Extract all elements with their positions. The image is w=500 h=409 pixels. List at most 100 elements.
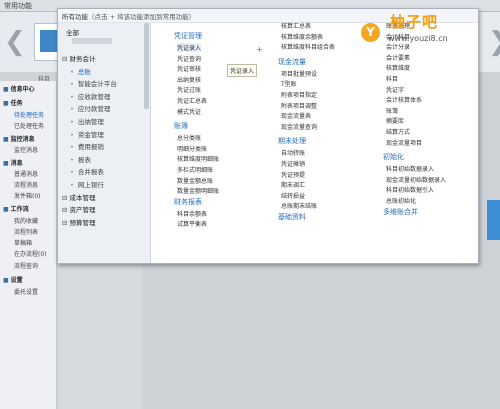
function-item[interactable]: 现金流量初始数据录入	[386, 175, 446, 184]
function-item[interactable]: 附表项目调整	[281, 101, 317, 110]
function-item[interactable]: 凭证摊销	[281, 159, 305, 168]
sidebar-item[interactable]: 在办流程(0)	[14, 249, 47, 258]
function-item[interactable]: 凭证汇总表	[177, 96, 207, 105]
function-item[interactable]: 出纳复核	[177, 75, 201, 84]
function-item[interactable]: 现金流量项目	[386, 138, 422, 147]
function-item[interactable]: 总账期末结账	[281, 201, 317, 210]
function-item[interactable]: 附表项目指定	[281, 90, 317, 99]
function-section-title: 财务报表	[174, 197, 202, 206]
sidebar-item[interactable]: 已处理任务	[14, 121, 44, 130]
category-item[interactable]: 总账	[70, 66, 91, 76]
left-sidebar: 信息中心任务待处理任务已处理任务监控消息监控消息消息普通消息流程消息发件箱(0)…	[0, 81, 57, 409]
function-item[interactable]: 多栏式明细账	[177, 165, 213, 174]
add-favorite-icon[interactable]: +	[256, 45, 263, 54]
sidebar-item[interactable]: 草稿箱	[14, 238, 32, 247]
function-item[interactable]: 会计分录	[386, 42, 410, 51]
sidebar-item[interactable]: 普通消息	[14, 169, 38, 178]
function-section-title: 账簿	[174, 122, 188, 131]
category-item[interactable]: 网上银行	[70, 179, 104, 189]
function-section-title: 初始化	[383, 153, 404, 162]
function-item[interactable]: 摘要库	[386, 116, 404, 125]
category-item[interactable]: 应付款管理	[70, 103, 111, 113]
category-all[interactable]: 全部	[66, 27, 79, 37]
category-item[interactable]: 资金管理	[70, 129, 104, 139]
category-scrollbar[interactable]	[144, 23, 149, 109]
function-item[interactable]: 凭证审核	[177, 64, 201, 73]
function-item[interactable]: 核算维度科目组合表	[281, 42, 335, 51]
home-tab[interactable]: 常用功能	[4, 1, 32, 11]
function-item[interactable]: 科目初始数据录入	[386, 164, 434, 173]
function-section-title: 期末处理	[278, 137, 306, 146]
category-item[interactable]: 应收款管理	[70, 91, 111, 101]
watermark-title: 柚子吧	[390, 13, 439, 31]
function-section-title: 多维账合并	[383, 207, 418, 216]
function-item[interactable]: 凭证预提	[281, 170, 305, 179]
function-item[interactable]: 总账初始化	[386, 196, 416, 205]
function-item[interactable]: 结转损益	[281, 191, 305, 200]
category-item[interactable]: 智能会计平台	[70, 78, 117, 88]
sidebar-item[interactable]: 委托设置	[14, 287, 38, 296]
function-item[interactable]: 核算维度明细账	[177, 154, 219, 163]
function-item[interactable]: 总分类账	[177, 133, 201, 142]
blurred-org-name	[72, 38, 112, 44]
function-item[interactable]: 核算汇总表	[281, 21, 311, 30]
function-item[interactable]: 科目	[386, 74, 398, 83]
function-item[interactable]: 凭证录入	[177, 43, 202, 52]
sidebar-section-header[interactable]: 工作流	[3, 204, 29, 213]
function-item[interactable]: 模式凭证	[177, 107, 201, 116]
function-item[interactable]: 试算平衡表	[177, 219, 207, 228]
function-item[interactable]: 会计核算体系	[386, 95, 422, 104]
sidebar-item[interactable]: 流程列表	[14, 227, 38, 236]
category-group[interactable]: 预算管理	[62, 217, 95, 227]
chevron-left-icon[interactable]: ❮	[4, 12, 26, 72]
sidebar-item[interactable]: 流程消息	[14, 180, 38, 189]
side-tool-tabs[interactable]	[487, 200, 500, 240]
watermark-url: www.youzi8.cn	[388, 34, 448, 43]
function-section-title: 现金流量	[278, 57, 306, 66]
function-section-title: 基础资料	[278, 213, 306, 221]
function-item[interactable]: 核算维度	[386, 63, 410, 72]
category-item[interactable]: 费用报销	[70, 141, 104, 151]
function-item[interactable]: 凭证过账	[177, 85, 201, 94]
function-section-title: 凭证管理	[174, 32, 202, 40]
function-item[interactable]: 结算方式	[386, 127, 410, 136]
function-item[interactable]: 科目余额表	[177, 209, 207, 218]
item-tooltip: 凭证录入	[227, 64, 258, 77]
sidebar-item[interactable]: 我的收藏	[14, 216, 38, 225]
category-item[interactable]: 出纳管理	[70, 116, 104, 126]
function-item[interactable]: 凭证查询	[177, 54, 201, 63]
function-item[interactable]: 会计要素	[386, 53, 410, 62]
sidebar-section-header[interactable]: 消息	[3, 158, 23, 167]
function-item[interactable]: 核算维度余额表	[281, 32, 323, 41]
sidebar-item[interactable]: 发件箱(0)	[14, 191, 41, 200]
function-item[interactable]: 数量金额总账	[177, 176, 213, 185]
function-item[interactable]: 凭证字	[386, 85, 404, 94]
chevron-right-icon[interactable]: ❯	[488, 12, 500, 72]
category-group[interactable]: 成本管理	[62, 192, 95, 202]
category-item[interactable]: 合并报表	[70, 166, 104, 176]
sidebar-item[interactable]: 流程查询	[14, 261, 38, 270]
popup-title: 所有功能	[62, 13, 88, 21]
category-group[interactable]: 财务会计	[62, 53, 95, 63]
all-functions-popup: 所有功能 （点击 + 将该功能添加到常用功能） 全部 财务会计总账智能会计平台应…	[57, 8, 479, 264]
sidebar-item[interactable]: 监控消息	[14, 145, 38, 154]
function-item[interactable]: 项目批量预设	[281, 69, 317, 78]
sidebar-section-header[interactable]: 任务	[3, 98, 23, 107]
function-item[interactable]: 明细分类账	[177, 144, 207, 153]
youzi-logo-icon: Y	[361, 23, 380, 42]
function-item[interactable]: T型账	[281, 79, 297, 88]
sidebar-section-header[interactable]: 信息中心	[3, 84, 35, 93]
function-item[interactable]: 自动转账	[281, 148, 305, 157]
category-item[interactable]: 报表	[70, 154, 91, 164]
category-group[interactable]: 资产管理	[62, 204, 95, 214]
function-item[interactable]: 科目初始数据引入	[386, 185, 434, 194]
function-item[interactable]: 期末调汇	[281, 180, 305, 189]
function-item[interactable]: 现金流量表	[281, 111, 311, 120]
sidebar-section-header[interactable]: 设置	[3, 275, 23, 284]
sidebar-section-header[interactable]: 监控消息	[3, 134, 35, 143]
sidebar-item[interactable]: 待处理任务	[14, 110, 44, 119]
function-item[interactable]: 现金流量查询	[281, 122, 317, 131]
function-item[interactable]: 数量金额明细账	[177, 186, 219, 195]
category-tree: 全部 财务会计总账智能会计平台应收款管理应付款管理出纳管理资金管理费用报销报表合…	[58, 23, 151, 263]
function-item[interactable]: 账簿	[386, 106, 398, 115]
